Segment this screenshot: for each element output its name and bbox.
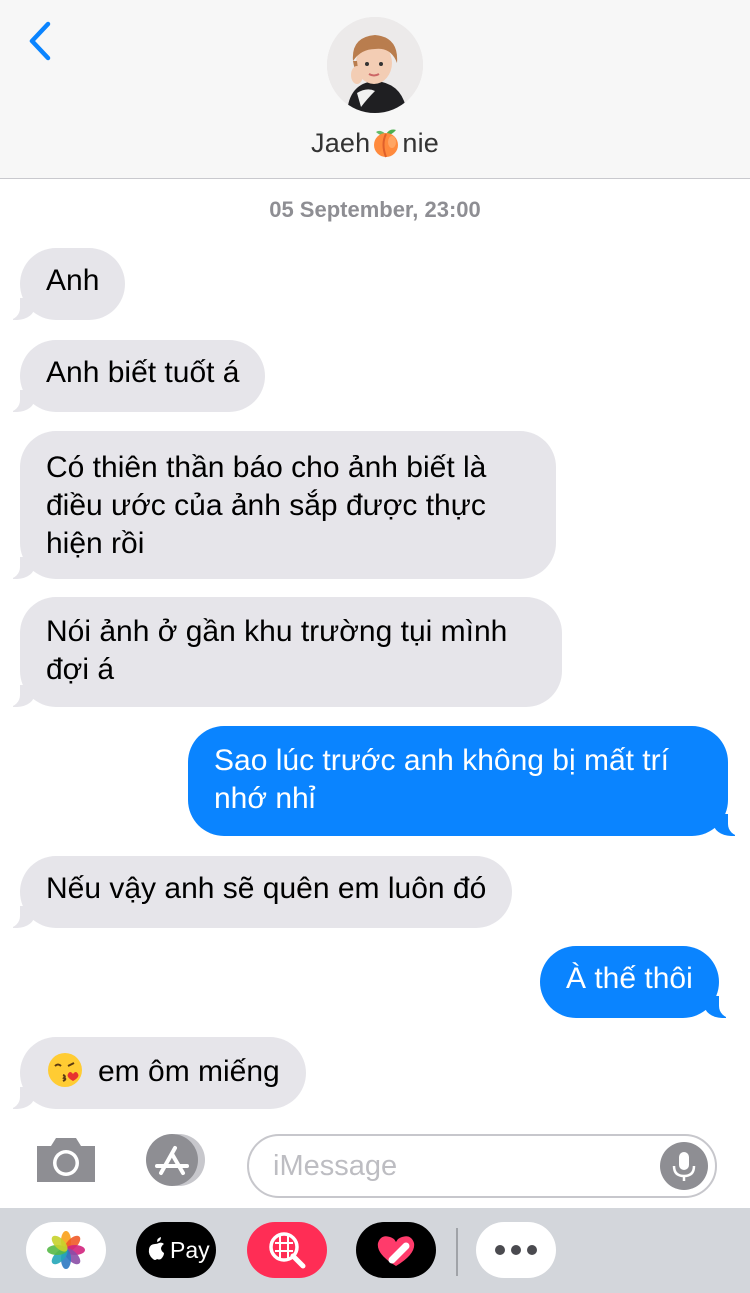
image-search-icon xyxy=(269,1232,306,1269)
message-bubble-sent[interactable]: Sao lúc trước anh không bị mất trí nhớ n… xyxy=(188,726,750,836)
photos-app-button[interactable] xyxy=(26,1222,106,1278)
more-apps-button[interactable] xyxy=(476,1222,556,1278)
message-bubble-received[interactable]: Có thiên thần báo cho ảnh biết là điều ư… xyxy=(0,431,556,579)
photos-icon xyxy=(47,1231,85,1269)
apple-pay-button[interactable]: Pay xyxy=(136,1222,216,1278)
message-text-line: điều ước của ảnh sắp được thực xyxy=(46,489,486,522)
drawer-divider xyxy=(456,1228,458,1276)
apple-pay-label: Pay xyxy=(170,1237,210,1263)
avatar[interactable] xyxy=(327,17,423,113)
message-text: À thế thôi xyxy=(566,962,693,995)
digital-touch-app-button[interactable] xyxy=(356,1222,436,1278)
message-text: Nếu vậy anh sẽ quên em luôn đó xyxy=(46,872,487,905)
app-store-icon[interactable] xyxy=(139,1132,211,1188)
message-bubble-received[interactable]: Nếu vậy anh sẽ quên em luôn đó xyxy=(0,856,513,928)
microphone-icon[interactable] xyxy=(660,1142,708,1190)
message-text: em ôm miếng xyxy=(98,1055,280,1088)
image-search-app-button[interactable] xyxy=(247,1222,327,1278)
camera-icon[interactable] xyxy=(33,1134,99,1186)
kissing-face-emoji-icon xyxy=(48,1053,82,1087)
message-text: Anh xyxy=(46,264,100,297)
more-icon xyxy=(495,1245,537,1255)
chevron-left-icon[interactable] xyxy=(22,18,62,64)
imessage-input[interactable]: iMessage xyxy=(247,1134,717,1198)
conversation-header: Jaeh nie xyxy=(0,0,750,179)
message-bubble-received[interactable]: Nói ảnh ở gần khu trường tụi mình đợi á xyxy=(0,597,562,707)
timestamp: 05 September, 23:00 xyxy=(269,197,481,222)
digital-touch-icon xyxy=(377,1236,415,1266)
contact-name[interactable]: Jaeh nie xyxy=(0,126,750,159)
message-text-line: Có thiên thần báo cho ảnh biết là xyxy=(46,451,487,484)
message-text-line: nhớ nhỉ xyxy=(214,782,316,815)
peach-emoji-icon xyxy=(374,129,399,158)
message-text-line: hiện rồi xyxy=(46,527,145,560)
message-bubble-received[interactable]: em ôm miếng xyxy=(0,1037,306,1109)
message-text-line: Nói ảnh ở gần khu trường tụi mình xyxy=(46,615,508,648)
message-bubble-sent[interactable]: À thế thôi xyxy=(540,946,745,1018)
app-drawer: Pay xyxy=(0,1208,750,1293)
imessage-placeholder: iMessage xyxy=(273,1150,398,1182)
message-text: Anh biết tuốt á xyxy=(46,356,240,389)
contact-name-prefix: Jaeh xyxy=(311,128,371,158)
contact-name-suffix: nie xyxy=(402,128,439,158)
message-bubble-received[interactable]: Anh biết tuốt á xyxy=(0,340,266,412)
compose-bar: iMessage xyxy=(0,1118,750,1210)
message-text-line: Sao lúc trước anh không bị mất trí xyxy=(214,744,669,777)
message-bubble-received[interactable]: Anh xyxy=(0,248,126,320)
message-text-line: đợi á xyxy=(46,653,115,686)
